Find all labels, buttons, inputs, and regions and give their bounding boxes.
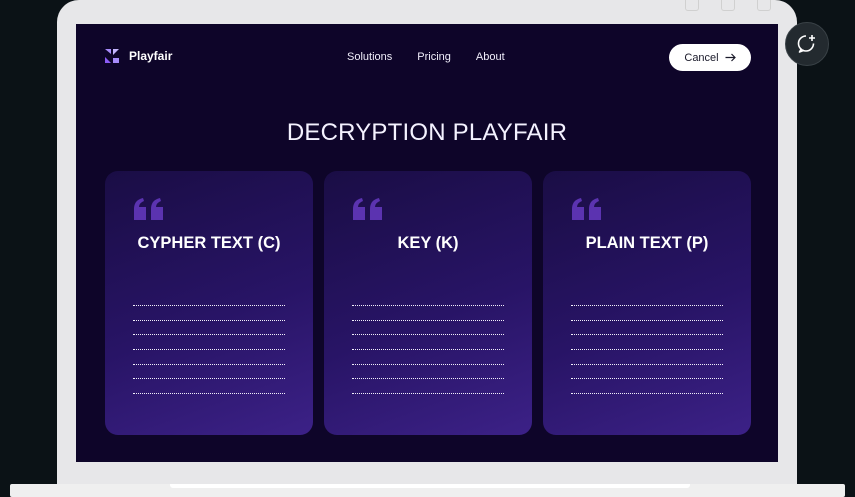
text-lines	[571, 305, 723, 408]
card-title: CYPHER TEXT (C)	[137, 234, 281, 252]
quote-icon	[353, 198, 382, 220]
card-key: KEY (K)	[324, 171, 532, 435]
text-lines	[352, 305, 504, 408]
card-title: KEY (K)	[397, 234, 459, 252]
nav-item-pricing[interactable]: Pricing	[417, 51, 451, 63]
quote-icon	[134, 198, 163, 220]
card-plain-text: PLAIN TEXT (P)	[543, 171, 751, 435]
nav-item-about[interactable]: About	[476, 51, 505, 63]
laptop-base	[10, 484, 845, 497]
nav-item-solutions[interactable]: Solutions	[347, 51, 392, 63]
cancel-button[interactable]: Cancel	[669, 44, 751, 71]
top-toolbar	[685, 0, 771, 11]
export-icon[interactable]	[757, 0, 771, 11]
card-cypher-text: CYPHER TEXT (C)	[105, 171, 313, 435]
text-lines	[133, 305, 285, 408]
arrow-right-icon	[725, 53, 736, 62]
chat-add-icon	[797, 35, 815, 53]
app-screen: Playfair Solutions Pricing About Cancel …	[76, 24, 778, 462]
copy-icon[interactable]	[721, 0, 735, 11]
page-title: DECRYPTION PLAYFAIR	[286, 119, 568, 146]
brand-logo[interactable]: Playfair	[104, 48, 172, 64]
new-chat-button[interactable]	[785, 22, 829, 66]
card-title: PLAIN TEXT (P)	[585, 234, 709, 252]
brand-name: Playfair	[129, 49, 173, 63]
nav-menu: Solutions Pricing About	[347, 51, 505, 63]
navbar: Playfair Solutions Pricing About Cancel	[76, 24, 778, 90]
cancel-button-label: Cancel	[684, 51, 719, 64]
share-icon[interactable]	[685, 0, 699, 11]
logo-icon	[105, 49, 119, 63]
quote-icon	[572, 198, 601, 220]
